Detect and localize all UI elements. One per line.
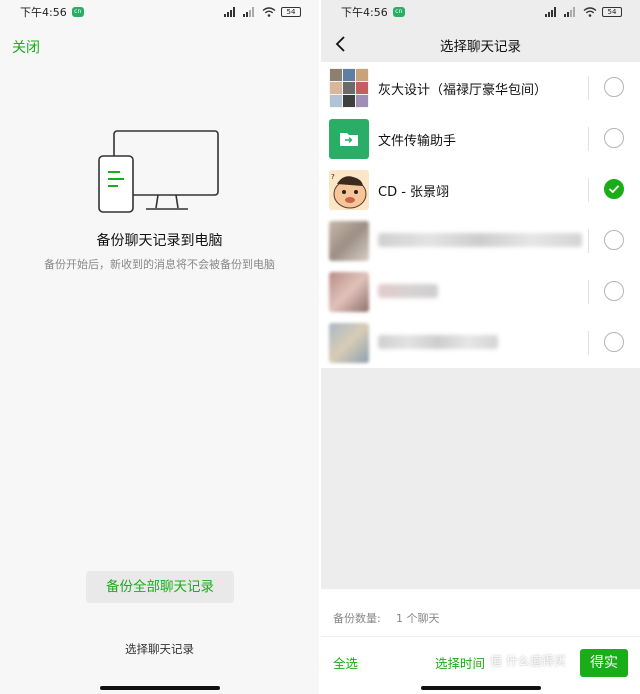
backup-count-value: 1 个聊天 bbox=[396, 612, 440, 625]
battery-icon: 54 bbox=[281, 7, 301, 17]
status-bar: 下午4:56 cn 54 bbox=[321, 0, 640, 24]
backup-all-button[interactable]: 备份全部聊天记录 bbox=[86, 571, 234, 603]
close-button[interactable]: 关闭 bbox=[12, 37, 40, 57]
signal-icon-2 bbox=[564, 7, 575, 17]
status-time: 下午4:56 bbox=[20, 6, 67, 19]
chat-name: CD - 张景翊 bbox=[378, 185, 450, 200]
done-button[interactable]: 得实 bbox=[580, 649, 628, 677]
computer-phone-icon bbox=[98, 130, 219, 213]
blurred-name bbox=[378, 335, 498, 349]
chat-row-group[interactable]: 灰大设计（福禄厅豪华包间） bbox=[321, 62, 640, 113]
select-radio[interactable] bbox=[604, 230, 624, 250]
notification-badge: cn bbox=[392, 7, 405, 17]
bottom-bar: 备份数量: 1 个聊天 全选 选择时间 得实 bbox=[321, 589, 640, 694]
blurred-name bbox=[378, 284, 438, 298]
row-separator bbox=[588, 280, 589, 304]
select-all-button[interactable]: 全选 bbox=[333, 653, 358, 672]
select-chats-panel: 下午4:56 cn 54 选择聊天记录 灰大设计（福禄厅豪华包间） 文件传输助手… bbox=[321, 0, 640, 694]
status-bar: 下午4:56 cn 54 bbox=[0, 0, 319, 24]
screenshot-root: 下午4:56 cn 54 关闭 备份聊天记录到电脑 备份开始后，新收到的消息将不… bbox=[0, 0, 640, 694]
select-radio[interactable] bbox=[604, 332, 624, 352]
select-radio[interactable] bbox=[604, 128, 624, 148]
group-avatar-icon bbox=[329, 68, 369, 108]
select-time-button[interactable]: 选择时间 bbox=[435, 653, 485, 672]
signal-icon bbox=[545, 7, 556, 17]
watermark: 值 什么值得买 bbox=[490, 654, 566, 668]
backup-subtitle: 备份开始后，新收到的消息将不会被备份到电脑 bbox=[44, 258, 275, 271]
wifi-icon bbox=[583, 7, 597, 17]
signal-icon-2 bbox=[243, 7, 254, 17]
row-separator bbox=[588, 178, 589, 202]
chat-row-blurred[interactable] bbox=[321, 215, 640, 266]
signal-icon bbox=[224, 7, 235, 17]
page-title: 选择聊天记录 bbox=[440, 39, 521, 55]
select-radio-checked[interactable] bbox=[604, 179, 624, 199]
chat-list: 灰大设计（福禄厅豪华包间） 文件传输助手 ? CD - 张景翊 bbox=[321, 62, 640, 368]
row-separator bbox=[588, 331, 589, 355]
chat-row-blurred[interactable] bbox=[321, 266, 640, 317]
bottom-divider bbox=[321, 636, 640, 637]
blurred-avatar-icon bbox=[329, 272, 369, 312]
blurred-avatar-icon bbox=[329, 323, 369, 363]
chat-name: 灰大设计（福禄厅豪华包间） bbox=[378, 83, 548, 98]
check-icon bbox=[608, 185, 620, 194]
row-separator bbox=[588, 127, 589, 151]
cartoon-face-icon: ? bbox=[329, 170, 369, 210]
chat-row-file-transfer[interactable]: 文件传输助手 bbox=[321, 113, 640, 164]
blurred-avatar-icon bbox=[329, 221, 369, 261]
nav-bar: 选择聊天记录 bbox=[321, 24, 640, 64]
blurred-name bbox=[378, 233, 582, 247]
home-indicator bbox=[100, 686, 220, 690]
folder-icon bbox=[329, 119, 369, 159]
chat-row-cd[interactable]: ? CD - 张景翊 bbox=[321, 164, 640, 215]
chat-name: 文件传输助手 bbox=[378, 134, 457, 149]
backup-count-label: 备份数量: bbox=[333, 612, 381, 625]
home-indicator bbox=[421, 686, 541, 690]
backup-panel: 下午4:56 cn 54 关闭 备份聊天记录到电脑 备份开始后，新收到的消息将不… bbox=[0, 0, 319, 694]
wifi-icon bbox=[262, 7, 276, 17]
select-radio[interactable] bbox=[604, 77, 624, 97]
notification-badge: cn bbox=[71, 7, 84, 17]
chat-row-blurred[interactable] bbox=[321, 317, 640, 368]
svg-text:?: ? bbox=[331, 173, 335, 181]
select-radio[interactable] bbox=[604, 281, 624, 301]
select-chats-link[interactable]: 选择聊天记录 bbox=[0, 641, 319, 657]
backup-title: 备份聊天记录到电脑 bbox=[96, 233, 223, 249]
row-separator bbox=[588, 229, 589, 253]
row-separator bbox=[588, 76, 589, 100]
status-time: 下午4:56 bbox=[341, 6, 388, 19]
battery-icon: 54 bbox=[602, 7, 622, 17]
